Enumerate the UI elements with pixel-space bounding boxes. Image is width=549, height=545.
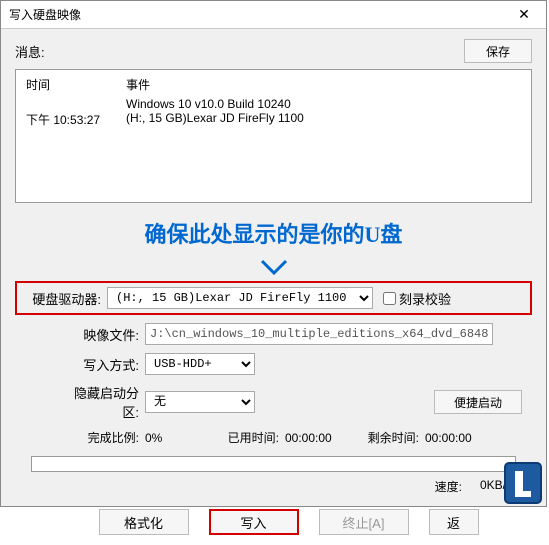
elapsed-label: 已用时间: xyxy=(217,429,279,446)
elapsed-value: 00:00:00 xyxy=(285,431,351,445)
corner-logo xyxy=(487,457,549,509)
titlebar: 写入硬盘映像 ✕ xyxy=(1,1,546,29)
close-icon: ✕ xyxy=(518,6,530,23)
drive-select[interactable]: (H:, 15 GB)Lexar JD FireFly 1100 xyxy=(107,287,373,309)
mode-label: 写入方式: xyxy=(61,355,139,374)
boot-button[interactable]: 便捷启动 xyxy=(434,390,522,414)
percent-value: 0% xyxy=(145,431,211,445)
abort-button: 终止[A] xyxy=(319,509,409,535)
write-button[interactable]: 写入 xyxy=(209,509,299,535)
drive-label: 硬盘驱动器: xyxy=(23,289,101,308)
col-time-header: 时间 xyxy=(26,76,126,93)
log-time xyxy=(26,97,126,111)
percent-label: 完成比例: xyxy=(61,429,139,446)
partition-label: 隐藏启动分区: xyxy=(61,383,139,421)
log-event: Windows 10 v10.0 Build 10240 xyxy=(126,97,521,111)
col-event-header: 事件 xyxy=(126,76,521,93)
log-row: 下午 10:53:27 (H:, 15 GB)Lexar JD FireFly … xyxy=(26,111,521,128)
partition-select[interactable]: 无 xyxy=(145,391,255,413)
arrow-down-icon xyxy=(15,259,532,277)
log-row: Windows 10 v10.0 Build 10240 xyxy=(26,97,521,111)
verify-checkbox[interactable] xyxy=(383,292,396,305)
image-input[interactable] xyxy=(145,323,493,345)
progress-bar xyxy=(31,456,516,472)
info-label: 消息: xyxy=(15,42,45,61)
remain-value: 00:00:00 xyxy=(425,431,491,445)
verify-label: 刻录校验 xyxy=(399,289,451,308)
drive-row: 硬盘驱动器: (H:, 15 GB)Lexar JD FireFly 1100 … xyxy=(15,281,532,315)
progress-row: 完成比例: 0% 已用时间: 00:00:00 剩余时间: 00:00:00 xyxy=(15,429,532,446)
log-event: (H:, 15 GB)Lexar JD FireFly 1100 xyxy=(126,111,521,128)
log-time: 下午 10:53:27 xyxy=(26,111,126,128)
image-label: 映像文件: xyxy=(61,325,139,344)
speed-label: 速度: xyxy=(435,478,462,495)
annotation-note: 确保此处显示的是你的U盘 xyxy=(15,217,532,249)
remain-label: 剩余时间: xyxy=(357,429,419,446)
verify-checkbox-wrap[interactable]: 刻录校验 xyxy=(383,289,451,308)
return-button[interactable]: 返 xyxy=(429,509,479,535)
mode-select[interactable]: USB-HDD+ xyxy=(145,353,255,375)
save-button[interactable]: 保存 xyxy=(464,39,532,63)
log-area: 时间 事件 Windows 10 v10.0 Build 10240 下午 10… xyxy=(15,69,532,203)
format-button[interactable]: 格式化 xyxy=(99,509,189,535)
close-button[interactable]: ✕ xyxy=(502,1,546,29)
window-title: 写入硬盘映像 xyxy=(9,6,81,23)
